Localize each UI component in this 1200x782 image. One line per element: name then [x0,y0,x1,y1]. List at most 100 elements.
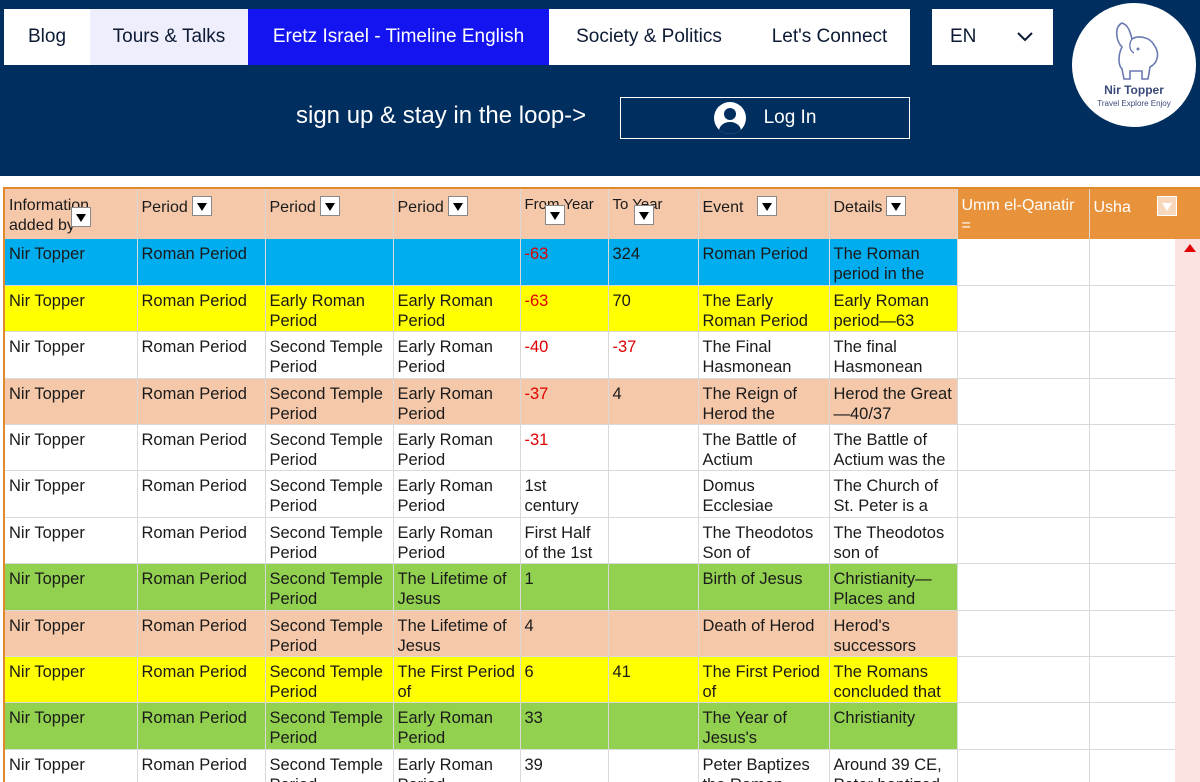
cell-period-2[interactable]: Second Temple Period [265,563,394,611]
cell-details[interactable]: Early Roman period—63 [829,285,958,333]
cell-info-added-by[interactable]: Nir Topper [5,331,138,379]
cell-event[interactable]: The Year of Jesus's [698,702,830,750]
cell-period-1[interactable]: Roman Period [137,702,266,750]
table-row[interactable]: Nir TopperRoman PeriodSecond Temple Peri… [5,517,1200,565]
table-row[interactable]: Nir TopperRoman PeriodSecond Temple Peri… [5,749,1200,782]
cell-to-year[interactable] [608,702,699,750]
cell-from-year[interactable]: First Half of the 1st [520,517,609,565]
cell-to-year[interactable] [608,610,699,658]
cell-details[interactable]: Herod's successors [829,610,958,658]
cell-period-2[interactable]: Second Temple Period [265,378,394,426]
cell-info-added-by[interactable]: Nir Topper [5,285,138,333]
filter-dropdown-icon[interactable] [633,205,654,225]
cell-info-added-by[interactable]: Nir Topper [5,239,138,286]
cell-umm-el-qanatir[interactable] [957,517,1090,565]
cell-to-year[interactable]: 4 [608,378,699,426]
cell-info-added-by[interactable]: Nir Topper [5,610,138,658]
nav-blog[interactable]: Blog [4,9,90,65]
table-row[interactable]: Nir TopperRoman PeriodSecond Temple Peri… [5,656,1200,704]
cell-umm-el-qanatir[interactable] [957,656,1090,704]
cell-period-3[interactable] [393,239,521,286]
cell-umm-el-qanatir[interactable] [957,610,1090,658]
col-header-from-year[interactable]: From Year [520,189,609,239]
cell-period-2[interactable]: Second Temple Period [265,610,394,658]
login-button[interactable]: Log In [620,97,910,139]
cell-period-2[interactable]: Early Roman Period [265,285,394,333]
table-row[interactable]: Nir TopperRoman PeriodSecond Temple Peri… [5,702,1200,750]
cell-details[interactable]: The Battle of Actium was the [829,424,958,472]
nav-society-politics[interactable]: Society & Politics [549,9,749,65]
cell-to-year[interactable] [608,749,699,782]
cell-from-year[interactable]: 4 [520,610,609,658]
cell-period-2[interactable]: Second Temple Period [265,331,394,379]
filter-dropdown-icon[interactable] [319,196,340,216]
table-row[interactable]: Nir TopperRoman PeriodSecond Temple Peri… [5,424,1200,472]
filter-dropdown-icon[interactable] [71,207,91,227]
cell-details[interactable]: Herod the Great—40/37 [829,378,958,426]
table-row[interactable]: Nir TopperRoman PeriodSecond Temple Peri… [5,470,1200,518]
cell-period-1[interactable]: Roman Period [137,424,266,472]
cell-event[interactable]: The Theodotos Son of [698,517,830,565]
table-row[interactable]: Nir Topper Roman Period Early Roman Period… [5,285,1200,333]
scroll-up-arrow-icon[interactable] [1184,244,1196,252]
cell-event[interactable]: The Final Hasmonean [698,331,830,379]
cell-period-3[interactable]: Early Roman Period [393,378,521,426]
cell-details[interactable]: The final Hasmonean [829,331,958,379]
table-row[interactable]: Nir TopperRoman PeriodSecond Temple Peri… [5,563,1200,611]
cell-period-1[interactable]: Roman Period [137,517,266,565]
cell-period-1[interactable]: Roman Period [137,239,266,286]
cell-event[interactable]: Roman Period [698,239,830,286]
cell-umm-el-qanatir[interactable] [957,378,1090,426]
cell-to-year[interactable]: 70 [608,285,699,333]
col-header-details[interactable]: Details [829,189,958,239]
cell-from-year[interactable]: -63 [520,285,609,333]
cell-details[interactable]: Christianity—Places and [829,563,958,611]
cell-to-year[interactable] [608,470,699,518]
cell-from-year[interactable]: -63 [520,239,609,286]
filter-dropdown-icon[interactable] [1156,196,1177,216]
cell-info-added-by[interactable]: Nir Topper [5,378,138,426]
cell-umm-el-qanatir[interactable] [957,424,1090,472]
cell-period-3[interactable]: The First Period of [393,656,521,704]
cell-event[interactable]: Birth of Jesus [698,563,830,611]
site-logo[interactable]: Nir Topper Travel Explore Enjoy [1072,3,1196,127]
col-header-usha[interactable]: Usha [1089,189,1200,239]
cell-info-added-by[interactable]: Nir Topper [5,424,138,472]
cell-from-year[interactable]: 6 [520,656,609,704]
cell-umm-el-qanatir[interactable] [957,702,1090,750]
filter-dropdown-icon[interactable] [544,205,565,225]
cell-from-year[interactable]: 39 [520,749,609,782]
cell-details[interactable]: The Romans concluded that [829,656,958,704]
col-header-event[interactable]: Event [698,189,830,239]
cell-from-year[interactable]: -31 [520,424,609,472]
col-header-umm-el-qanatir[interactable]: Umm el-Qanatir = [957,189,1090,239]
cell-period-2[interactable]: Second Temple Period [265,424,394,472]
cell-event[interactable]: Domus Ecclesiae [698,470,830,518]
cell-period-1[interactable]: Roman Period [137,656,266,704]
cell-details[interactable]: The Church of St. Peter is a [829,470,958,518]
cell-period-2[interactable]: Second Temple Period [265,749,394,782]
cell-period-1[interactable]: Roman Period [137,470,266,518]
cell-period-1[interactable]: Roman Period [137,378,266,426]
cell-event[interactable]: The Early Roman Period [698,285,830,333]
col-header-info-added-by[interactable]: Information added by [5,189,138,239]
cell-info-added-by[interactable]: Nir Topper [5,563,138,611]
table-row[interactable]: Nir TopperRoman PeriodSecond Temple Peri… [5,378,1200,426]
cell-from-year[interactable]: -40 [520,331,609,379]
col-header-period-1[interactable]: Period [137,189,266,239]
cell-period-3[interactable]: Early Roman Period [393,749,521,782]
cell-umm-el-qanatir[interactable] [957,749,1090,782]
signup-prompt[interactable]: sign up & stay in the loop-> [296,102,586,130]
cell-period-2[interactable]: Second Temple Period [265,656,394,704]
cell-info-added-by[interactable]: Nir Topper [5,470,138,518]
cell-details[interactable]: Christianity [829,702,958,750]
cell-event[interactable]: Peter Baptizes the Roman [698,749,830,782]
cell-period-3[interactable]: Early Roman Period [393,517,521,565]
nav-tours-talks[interactable]: Tours & Talks [90,9,248,65]
cell-to-year[interactable]: 41 [608,656,699,704]
cell-period-1[interactable]: Roman Period [137,563,266,611]
cell-period-3[interactable]: Early Roman Period [393,424,521,472]
cell-info-added-by[interactable]: Nir Topper [5,656,138,704]
cell-from-year[interactable]: -37 [520,378,609,426]
col-header-period-2[interactable]: Period [265,189,394,239]
